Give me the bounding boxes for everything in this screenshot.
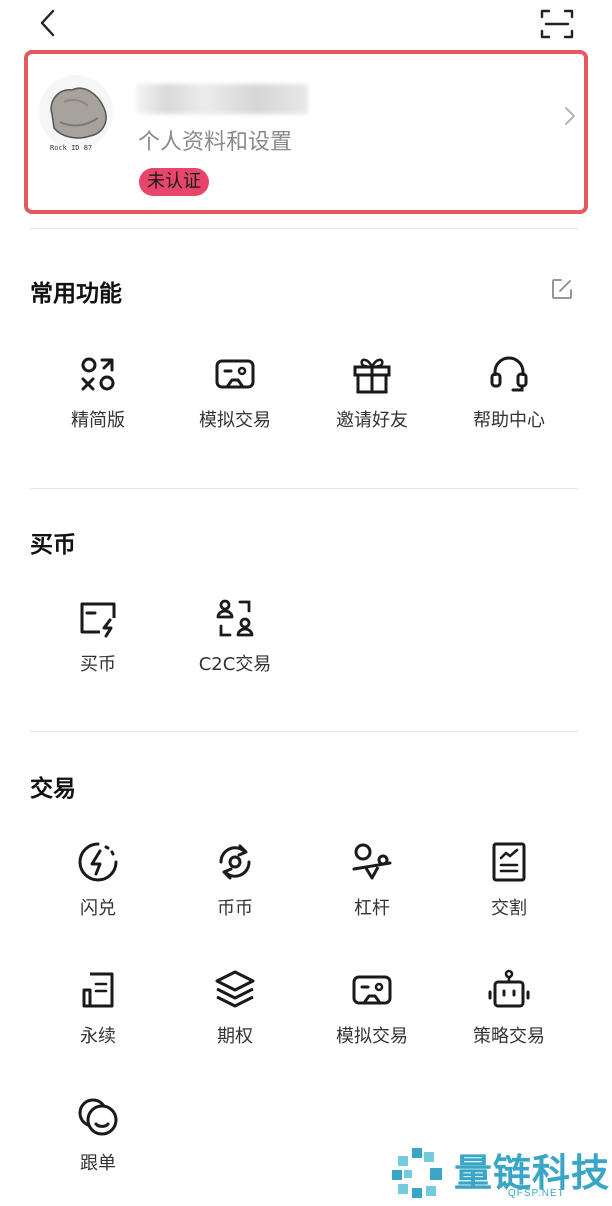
menu-item-label: 精简版 xyxy=(71,410,125,431)
menu-item-label: 跟单 xyxy=(80,1153,116,1174)
menu-item-label: 模拟交易 xyxy=(336,1026,408,1047)
verification-badge[interactable]: 未认证 xyxy=(139,168,209,196)
scan-icon[interactable] xyxy=(540,8,574,40)
section-title-buy: 买币 xyxy=(30,532,76,558)
menu-item-lite[interactable]: 精简版 xyxy=(43,352,153,442)
watermark: 量链科技 QFSP.NET xyxy=(390,1140,612,1206)
menu-item-label: C2C交易 xyxy=(198,654,272,675)
menu-item-label: 帮助中心 xyxy=(473,410,545,431)
coin-swap-icon xyxy=(219,844,251,880)
menu-item-help-center[interactable]: 帮助中心 xyxy=(454,352,564,442)
profile-settings-link[interactable]: 个人资料和设置 xyxy=(138,124,292,156)
top-bar xyxy=(0,0,612,48)
layers-icon xyxy=(215,970,255,1008)
avatar-caption: Rock ID 87 xyxy=(50,144,93,152)
username-blurred xyxy=(136,84,308,114)
divider xyxy=(30,731,578,732)
menu-item-strategy-trading[interactable]: 策略交易 xyxy=(454,968,564,1058)
divider xyxy=(30,228,578,229)
watermark-subtext: QFSP.NET xyxy=(508,1188,565,1199)
c2c-users-icon xyxy=(216,599,254,637)
menu-item-label: 买币 xyxy=(80,654,116,675)
headset-icon xyxy=(490,356,528,392)
gamepad-icon xyxy=(352,975,392,1005)
menu-item-demo-trading[interactable]: 模拟交易 xyxy=(180,352,290,442)
chevron-right-icon xyxy=(565,107,575,125)
menu-item-label: 邀请好友 xyxy=(336,410,408,431)
flash-swap-icon xyxy=(78,842,118,882)
perpetual-icon xyxy=(82,972,114,1008)
section-title-trade: 交易 xyxy=(30,776,76,802)
back-arrow-icon[interactable] xyxy=(34,8,64,38)
menu-item-margin[interactable]: 杠杆 xyxy=(317,840,427,930)
profile-card[interactable]: Rock ID 87 个人资料和设置 未认证 xyxy=(24,50,588,214)
card-flash-icon xyxy=(80,602,116,638)
section-title-common: 常用功能 xyxy=(30,281,122,307)
menu-item-label: 策略交易 xyxy=(473,1026,545,1047)
leverage-icon xyxy=(352,843,392,880)
menu-item-label: 币币 xyxy=(217,898,253,919)
divider xyxy=(30,488,578,489)
menu-item-perpetual[interactable]: 永续 xyxy=(43,968,153,1058)
menu-item-options[interactable]: 期权 xyxy=(180,968,290,1058)
menu-item-c2c[interactable]: C2C交易 xyxy=(180,596,290,686)
menu-item-flash-swap[interactable]: 闪兑 xyxy=(43,840,153,930)
menu-item-label: 杠杆 xyxy=(354,898,390,919)
delivery-icon xyxy=(492,842,526,882)
gift-icon xyxy=(353,358,391,394)
menu-item-label: 交割 xyxy=(491,898,527,919)
menu-item-buy-crypto[interactable]: 买币 xyxy=(43,596,153,686)
menu-item-label: 模拟交易 xyxy=(199,410,271,431)
menu-item-demo-trading-2[interactable]: 模拟交易 xyxy=(317,968,427,1058)
menu-item-label: 期权 xyxy=(217,1026,253,1047)
watermark-logo-icon xyxy=(392,1148,442,1198)
lite-mode-icon xyxy=(81,357,115,391)
edit-icon[interactable] xyxy=(550,277,574,301)
menu-item-copy-trading[interactable]: 跟单 xyxy=(43,1095,153,1185)
menu-item-label: 闪兑 xyxy=(80,898,116,919)
gamepad-icon xyxy=(215,359,255,389)
copy-trade-icon xyxy=(78,1098,118,1136)
menu-item-label: 永续 xyxy=(80,1026,116,1047)
menu-item-invite-friends[interactable]: 邀请好友 xyxy=(317,352,427,442)
menu-item-spot[interactable]: 币币 xyxy=(180,840,290,930)
menu-item-futures[interactable]: 交割 xyxy=(454,840,564,930)
robot-icon xyxy=(488,969,530,1008)
